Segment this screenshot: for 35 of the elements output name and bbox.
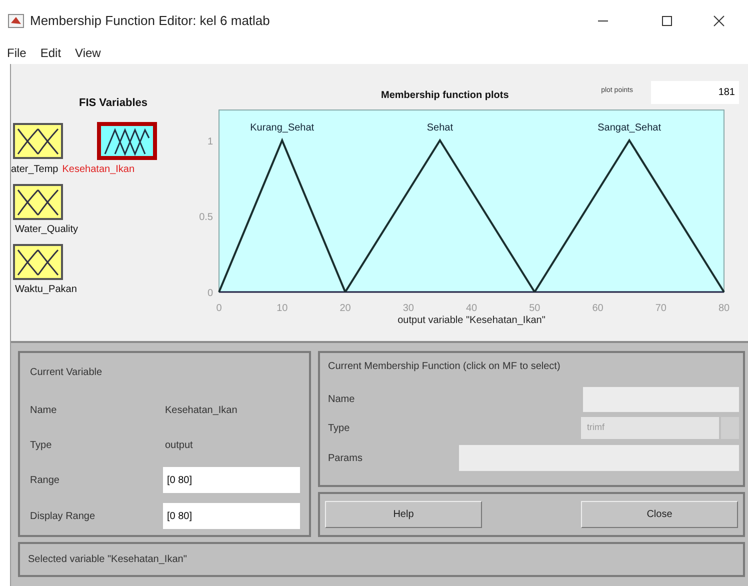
field-label: Type (30, 438, 53, 452)
mf-label: Kurang_Sehat (250, 122, 314, 134)
variable-label: ater_Temp (11, 164, 58, 176)
tick-label: 1 (207, 136, 213, 148)
tick-label: 50 (529, 303, 540, 314)
panel-title: Current Membership Function (click on MF to select) (328, 360, 562, 374)
tick-label: 60 (592, 303, 604, 314)
field-label: Name (328, 392, 356, 406)
variable-label: Water_Quality (15, 224, 78, 236)
variable-label: Waktu_Pakan (15, 284, 77, 296)
section-title: FIS Variables (79, 96, 148, 111)
status-text: Selected variable "Kesehatan_Ikan" (28, 553, 187, 567)
tick-label: 20 (340, 303, 351, 314)
mf-label: Sangat_Sehat (598, 122, 661, 134)
value-text: Kesehatan_Ikan (165, 404, 238, 418)
tick-label: 0 (216, 303, 222, 314)
tick-label: 10 (276, 303, 288, 314)
field-label: Range (30, 474, 60, 488)
field-label: Type (328, 422, 351, 436)
tick-label: 70 (655, 303, 666, 314)
tick-label: 30 (402, 303, 414, 314)
tick-label: 80 (718, 303, 730, 314)
field-label: Params (328, 452, 364, 466)
tick-label: 40 (466, 303, 478, 314)
field-label: Name (30, 404, 58, 418)
panel-title: Current Variable (30, 366, 104, 380)
variable-label: Kesehatan_Ikan (62, 164, 135, 176)
window-title: Membership Function Editor: kel 6 matlab (30, 12, 270, 30)
axis-label: output variable "Kesehatan_Ikan" (398, 315, 546, 326)
field-label: Display Range (30, 510, 96, 524)
chart-title: Membership function plots (381, 89, 509, 103)
tick-label: 0.5 (199, 212, 213, 224)
mf-label: Sehat (426, 122, 453, 134)
value-text: output (165, 438, 193, 452)
tick-label: 0 (207, 288, 213, 299)
